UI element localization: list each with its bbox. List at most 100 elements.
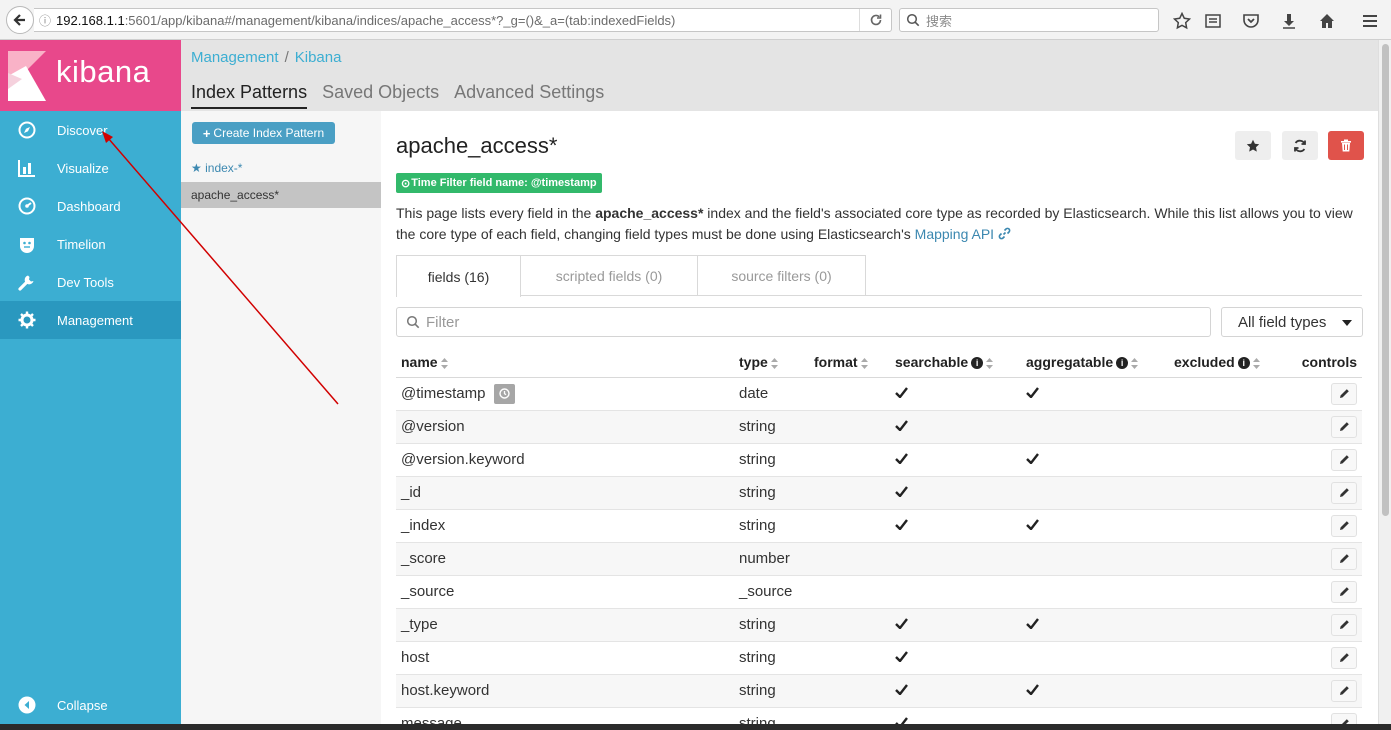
tab-scripted-fields[interactable]: scripted fields (0) bbox=[521, 255, 698, 296]
info-icon[interactable]: i bbox=[971, 357, 984, 370]
cell-format bbox=[809, 641, 890, 675]
index-pattern-selected[interactable]: apache_access* bbox=[181, 182, 381, 208]
column-header-type[interactable]: type bbox=[734, 347, 809, 378]
cell-controls bbox=[1279, 476, 1362, 510]
reader-view-icon[interactable] bbox=[1202, 10, 1224, 32]
column-header-excluded[interactable]: excluded i bbox=[1169, 347, 1279, 378]
fields-table-body: @timestamp date @version string @version.key… bbox=[396, 377, 1362, 724]
tab-saved-objects[interactable]: Saved Objects bbox=[322, 82, 439, 109]
checkmark-icon bbox=[1026, 387, 1039, 399]
url-bar[interactable]: ⓘ 192.168.1.1:5601/app/kibana#/managemen… bbox=[34, 8, 892, 32]
sidebar-item-discover[interactable]: Discover bbox=[0, 111, 181, 149]
sidebar-item-visualize[interactable]: Visualize bbox=[0, 149, 181, 187]
scrollbar-thumb[interactable] bbox=[1382, 44, 1389, 516]
cell-searchable bbox=[890, 707, 1021, 724]
back-button[interactable] bbox=[6, 6, 34, 34]
cell-excluded bbox=[1169, 443, 1279, 477]
browser-toolbar: ⓘ 192.168.1.1:5601/app/kibana#/managemen… bbox=[0, 0, 1391, 40]
cell-type: string bbox=[734, 641, 809, 675]
cell-excluded bbox=[1169, 641, 1279, 675]
column-header-format[interactable]: format bbox=[809, 347, 890, 378]
collapse-icon bbox=[18, 696, 36, 714]
mapping-api-link[interactable]: Mapping API bbox=[915, 226, 1011, 242]
pencil-icon bbox=[1339, 455, 1349, 464]
sidebar-collapse-label: Collapse bbox=[57, 697, 108, 713]
set-default-button[interactable] bbox=[1235, 131, 1271, 160]
table-row: host.keyword string bbox=[396, 674, 1362, 708]
edit-field-button[interactable] bbox=[1331, 580, 1357, 603]
cell-name: _score bbox=[396, 542, 734, 576]
wrench-icon bbox=[18, 275, 34, 291]
sidebar-item-timelion[interactable]: Timelion bbox=[0, 225, 181, 263]
edit-field-button[interactable] bbox=[1331, 448, 1357, 471]
gear-icon bbox=[18, 311, 36, 329]
edit-field-button[interactable] bbox=[1331, 415, 1357, 438]
edit-field-button[interactable] bbox=[1331, 514, 1357, 537]
pencil-icon bbox=[1339, 686, 1349, 695]
tab-source-filters[interactable]: source filters (0) bbox=[698, 255, 866, 296]
browser-search-input[interactable]: 搜索 bbox=[899, 8, 1159, 32]
column-header-format-label: format bbox=[814, 353, 858, 370]
refresh-fields-button[interactable] bbox=[1282, 131, 1318, 160]
menu-icon[interactable] bbox=[1359, 10, 1381, 32]
cell-searchable bbox=[890, 542, 1021, 576]
table-row: _id string bbox=[396, 476, 1362, 510]
edit-field-button[interactable] bbox=[1331, 547, 1357, 570]
checkmark-icon bbox=[1026, 618, 1039, 630]
mapping-api-link-label: Mapping API bbox=[914, 226, 995, 242]
cell-name: host.keyword bbox=[396, 674, 734, 708]
edit-field-button[interactable] bbox=[1331, 646, 1357, 669]
tab-index-patterns[interactable]: Index Patterns bbox=[191, 82, 308, 109]
info-icon[interactable]: i bbox=[1116, 357, 1129, 370]
cell-type: string bbox=[734, 443, 809, 477]
edit-field-button[interactable] bbox=[1331, 679, 1357, 702]
field-type-select[interactable]: All field types bbox=[1221, 307, 1363, 337]
download-icon[interactable] bbox=[1278, 10, 1300, 32]
create-index-pattern-button[interactable]: + Create Index Pattern bbox=[192, 122, 335, 144]
field-filter-input[interactable]: Filter bbox=[396, 307, 1211, 337]
cell-searchable bbox=[890, 641, 1021, 675]
cell-controls bbox=[1279, 707, 1362, 724]
cell-format bbox=[809, 707, 890, 724]
home-icon[interactable] bbox=[1316, 10, 1338, 32]
checkmark-icon bbox=[895, 684, 908, 696]
cell-aggregatable bbox=[1021, 674, 1169, 708]
info-icon[interactable]: i bbox=[1237, 357, 1250, 370]
search-icon bbox=[906, 13, 920, 27]
breadcrumb-management[interactable]: Management bbox=[191, 49, 279, 66]
chevron-down-icon bbox=[1342, 320, 1352, 326]
field-name: host bbox=[401, 649, 430, 666]
sidebar-collapse-button[interactable]: Collapse bbox=[0, 686, 181, 724]
index-pattern-default[interactable]: ★ index-* bbox=[191, 161, 242, 175]
bookmark-star-icon[interactable] bbox=[1171, 10, 1193, 32]
cell-searchable bbox=[890, 575, 1021, 609]
reload-icon[interactable] bbox=[859, 9, 891, 31]
cell-name: @timestamp bbox=[396, 377, 734, 411]
table-row: _source _source bbox=[396, 575, 1362, 609]
cell-type: string bbox=[734, 410, 809, 444]
breadcrumb-kibana[interactable]: Kibana bbox=[295, 49, 342, 66]
bar-chart-icon bbox=[18, 160, 35, 177]
search-icon bbox=[406, 315, 420, 329]
column-header-searchable[interactable]: searchable i bbox=[890, 347, 1021, 378]
sidebar-item-management[interactable]: Management bbox=[0, 301, 181, 339]
edit-field-button[interactable] bbox=[1331, 481, 1357, 504]
kibana-logo[interactable]: kibana bbox=[0, 40, 181, 111]
sidebar-item-dev-tools[interactable]: Dev Tools bbox=[0, 263, 181, 301]
cell-excluded bbox=[1169, 575, 1279, 609]
cell-format bbox=[809, 542, 890, 576]
page-scrollbar[interactable] bbox=[1378, 40, 1391, 724]
edit-field-button[interactable] bbox=[1331, 613, 1357, 636]
pocket-icon[interactable] bbox=[1240, 10, 1262, 32]
delete-index-pattern-button[interactable] bbox=[1328, 131, 1364, 160]
tab-advanced-settings[interactable]: Advanced Settings bbox=[454, 82, 604, 109]
tab-fields[interactable]: fields (16) bbox=[396, 255, 521, 297]
sidebar-item-dashboard[interactable]: Dashboard bbox=[0, 187, 181, 225]
cell-type: _source bbox=[734, 575, 809, 609]
cell-format bbox=[809, 575, 890, 609]
column-header-name[interactable]: name bbox=[396, 347, 734, 378]
edit-field-button[interactable] bbox=[1331, 712, 1357, 724]
site-info-icon[interactable]: ⓘ bbox=[34, 12, 56, 29]
edit-field-button[interactable] bbox=[1331, 382, 1357, 405]
column-header-aggregatable[interactable]: aggregatable i bbox=[1021, 347, 1169, 378]
